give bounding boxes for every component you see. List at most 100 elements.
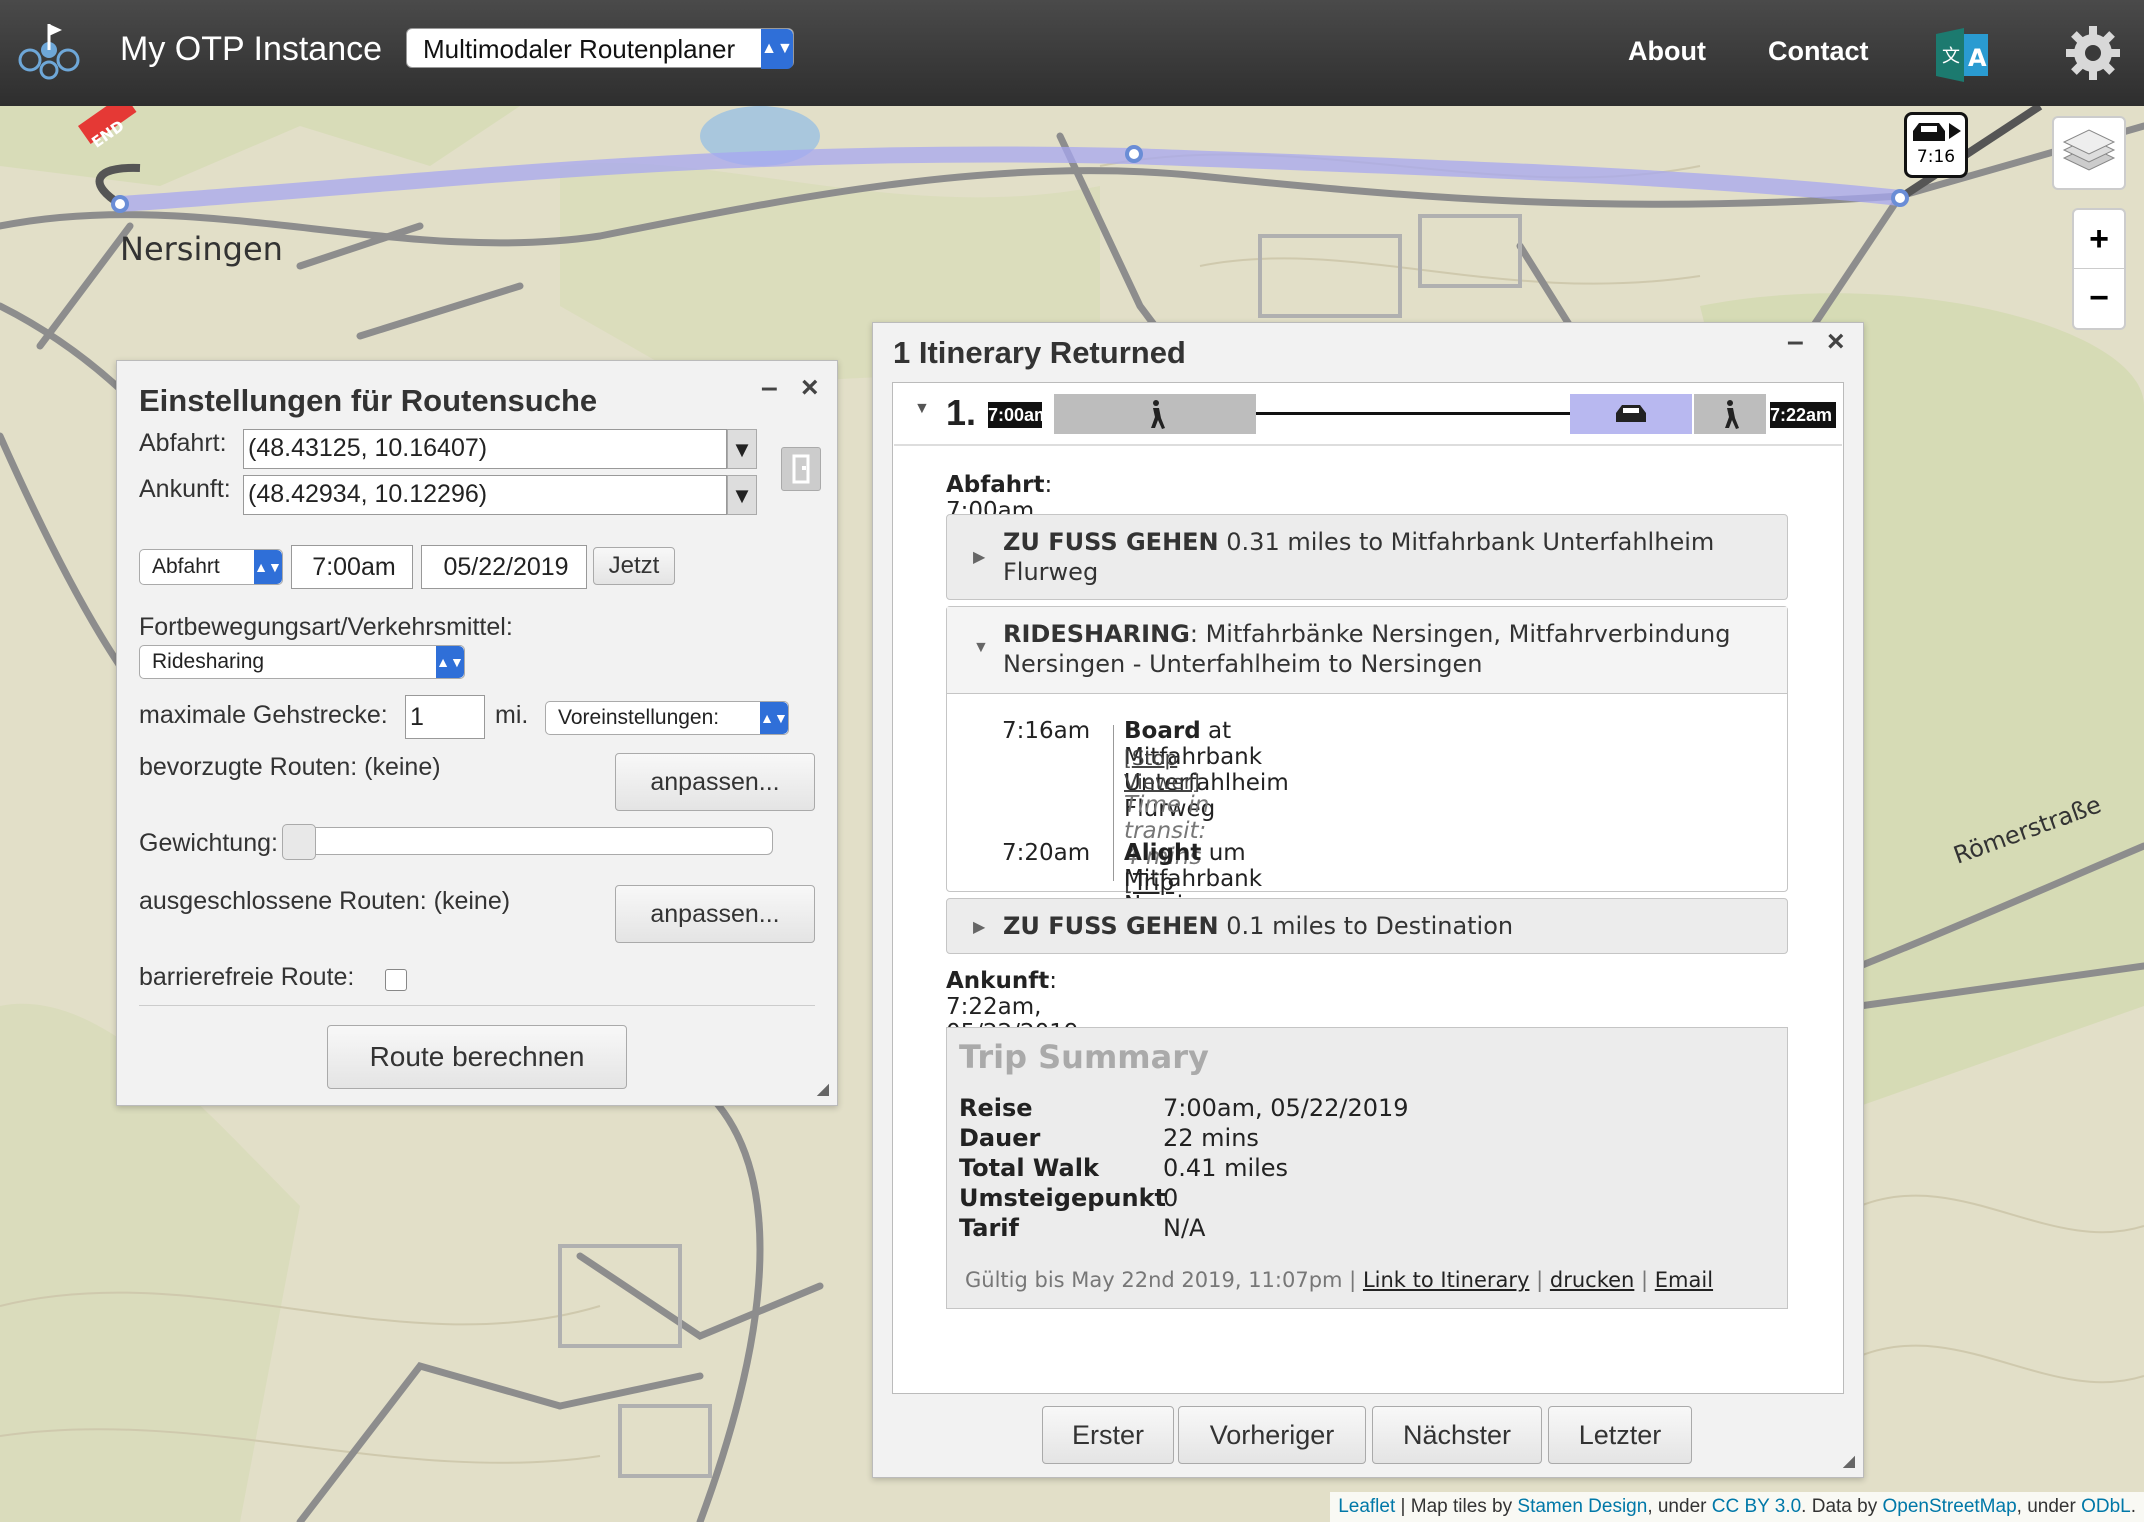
- weighting-slider[interactable]: [282, 824, 773, 860]
- from-dropdown-button[interactable]: ▼: [727, 429, 757, 469]
- planner-select[interactable]: Multimodaler Routenplaner ▲▼: [406, 28, 794, 69]
- expand-arrow-icon[interactable]: ▶: [973, 917, 985, 937]
- mode-label: Fortbewegungsart/Verkehrsmittel:: [139, 613, 513, 641]
- transfer-line: [1256, 412, 1572, 415]
- itinerary-index: 1.: [946, 392, 977, 433]
- select-arrows-icon: ▲▼: [760, 702, 788, 734]
- accessible-label: barrierefreie Route:: [139, 963, 355, 991]
- otp-logo-icon[interactable]: [16, 20, 82, 82]
- walk-icon: [1725, 400, 1739, 429]
- collapse-arrow-icon[interactable]: ▼: [973, 639, 989, 657]
- close-button[interactable]: ×: [801, 371, 819, 405]
- leaflet-link[interactable]: Leaflet: [1338, 1496, 1395, 1517]
- date-field[interactable]: 05/22/2019: [421, 545, 587, 589]
- leg-desc: Nersingen - Unterfahlheim to Nersingen: [1003, 650, 1483, 678]
- stop-viewer-link[interactable]: Stop Viewer: [1124, 746, 1192, 794]
- mode-value: Ridesharing: [152, 650, 265, 673]
- ccby-link[interactable]: CC BY 3.0: [1712, 1496, 1801, 1517]
- weighting-label: Gewichtung:: [139, 829, 278, 857]
- presets-select[interactable]: Voreinstellungen: ▲▼: [545, 701, 789, 735]
- walk-segment: [1694, 394, 1766, 434]
- next-button[interactable]: Nächster: [1372, 1406, 1542, 1464]
- end-time-label: 7:22am: [1770, 402, 1836, 428]
- collapse-arrow-icon[interactable]: ▼: [914, 400, 930, 418]
- arrival-label: Ankunft: [946, 968, 1050, 994]
- ride-marker[interactable]: 7:16: [1904, 112, 1968, 178]
- separator: |: [1634, 1268, 1655, 1292]
- trip-summary: Trip Summary Reise 7:00am, 05/22/2019 Daue…: [946, 1027, 1788, 1309]
- first-button[interactable]: Erster: [1042, 1406, 1174, 1464]
- now-button[interactable]: Jetzt: [593, 547, 675, 585]
- ride-segment: [1570, 394, 1692, 434]
- minimize-button[interactable]: –: [761, 371, 778, 405]
- summary-key: Umsteigepunkt: [959, 1184, 1166, 1212]
- summary-title: Trip Summary: [959, 1038, 1209, 1076]
- preferred-routes-label: bevorzugte Routen: (keine): [139, 753, 441, 781]
- leg-walk-1[interactable]: ▶ ZU FUSS GEHEN 0.31 miles to Mitfahrban…: [946, 514, 1788, 600]
- leg-ridesharing-text: RIDESHARING: Mitfahrbänke Nersingen, Mit…: [1003, 619, 1731, 679]
- to-dropdown-button[interactable]: ▼: [727, 475, 757, 515]
- zoom-control: + −: [2072, 208, 2126, 330]
- summary-key: Total Walk: [959, 1154, 1099, 1182]
- from-field[interactable]: (48.43125, 10.16407): [243, 429, 727, 469]
- settings-title: Einstellungen für Routensuche: [139, 383, 598, 418]
- excluded-routes-label: ausgeschlossene Routen: (keine): [139, 887, 511, 915]
- minimize-button[interactable]: –: [1787, 325, 1804, 359]
- expand-arrow-icon[interactable]: ▶: [973, 547, 985, 567]
- resize-handle-icon[interactable]: ◢: [817, 1079, 829, 1099]
- osm-link[interactable]: OpenStreetMap: [1883, 1496, 2017, 1517]
- walk-segment: [1054, 394, 1256, 434]
- layers-control[interactable]: [2052, 116, 2126, 190]
- swap-icon: [792, 454, 810, 484]
- summary-value: 22 mins: [1163, 1124, 1259, 1152]
- leg-desc: : Mitfahrbänke Nersingen, Mitfahrverbind…: [1189, 620, 1731, 648]
- swap-locations-button[interactable]: [781, 447, 821, 491]
- print-link[interactable]: drucken: [1550, 1268, 1634, 1292]
- app-title[interactable]: My OTP Instance: [120, 30, 382, 69]
- slider-handle[interactable]: [282, 824, 316, 860]
- nav-about[interactable]: About: [1628, 36, 1706, 67]
- stop-viewer-wrap: [Stop Viewer]: [1124, 746, 1200, 794]
- leg-walk-2[interactable]: ▶ ZU FUSS GEHEN 0.1 miles to Destination: [946, 898, 1788, 954]
- customize-preferred-button[interactable]: anpassen...: [615, 753, 815, 811]
- timeline-line: [1113, 725, 1114, 881]
- leg-desc: 0.31 miles to Mitfahrbank Unterfahlheim: [1218, 528, 1715, 556]
- depart-arrive-select[interactable]: Abfahrt ▲▼: [139, 549, 283, 585]
- accessible-checkbox[interactable]: [385, 969, 407, 991]
- attribution-text: , under: [1647, 1496, 1712, 1517]
- odbl-link[interactable]: ODbL: [2081, 1496, 2131, 1517]
- mode-select[interactable]: Ridesharing ▲▼: [139, 645, 465, 679]
- time-field[interactable]: 7:00am: [291, 545, 413, 589]
- attribution-text: .: [2130, 1496, 2136, 1517]
- to-field[interactable]: (48.42934, 10.12296): [243, 475, 727, 515]
- gear-icon[interactable]: [2064, 24, 2122, 82]
- planner-select-value: Multimodaler Routenplaner: [423, 34, 736, 64]
- depart-arrive-value: Abfahrt: [152, 555, 220, 578]
- itinerary-header[interactable]: ▼ 1. 7:00am 7:22am: [894, 384, 1842, 446]
- stamen-link[interactable]: Stamen Design: [1517, 1496, 1647, 1517]
- summary-value: 0.41 miles: [1163, 1154, 1289, 1182]
- language-icon[interactable]: 文 A: [1934, 28, 1990, 82]
- route-settings-panel: Einstellungen für Routensuche – × Abfahr…: [116, 360, 838, 1106]
- separator: |: [1529, 1268, 1550, 1292]
- last-button[interactable]: Letzter: [1548, 1406, 1692, 1464]
- resize-handle-icon[interactable]: ◢: [1843, 1451, 1855, 1471]
- layers-icon: [2062, 129, 2116, 171]
- max-walk-field[interactable]: 1: [405, 695, 485, 739]
- zoom-out-button[interactable]: −: [2074, 269, 2124, 327]
- email-link[interactable]: Email: [1655, 1268, 1713, 1292]
- calculate-route-button[interactable]: Route berechnen: [327, 1025, 627, 1089]
- board-time: 7:16am: [1002, 718, 1091, 744]
- customize-excluded-button[interactable]: anpassen...: [615, 885, 815, 943]
- summary-value: 0: [1163, 1184, 1179, 1212]
- zoom-in-button[interactable]: +: [2074, 210, 2124, 269]
- previous-button[interactable]: Vorheriger: [1178, 1406, 1366, 1464]
- link-to-itinerary[interactable]: Link to Itinerary: [1363, 1268, 1530, 1292]
- nav-contact[interactable]: Contact: [1768, 36, 1869, 67]
- leg-desc: Flurweg: [1003, 558, 1099, 586]
- ride-marker-time: 7:16: [1916, 147, 1956, 167]
- leg-walk-1-text: ZU FUSS GEHEN 0.31 miles to Mitfahrbank …: [1003, 527, 1714, 587]
- valid-until-text: Gültig bis May 22nd 2019, 11:07pm |: [965, 1268, 1363, 1292]
- close-button[interactable]: ×: [1827, 325, 1845, 359]
- walk-icon: [1151, 400, 1165, 429]
